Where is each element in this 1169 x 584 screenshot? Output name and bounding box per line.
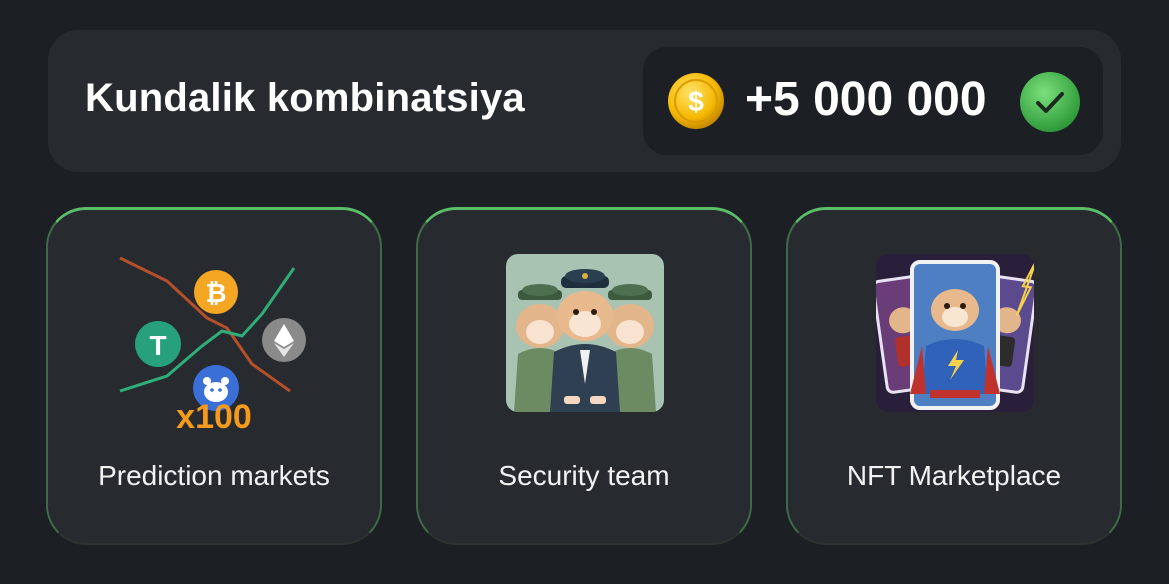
svg-text:₿: ₿ xyxy=(205,278,226,308)
reward-box: $ +5 000 000 xyxy=(643,47,1103,155)
card-prediction-markets[interactable]: ₿ T x100 Prediction markets xyxy=(46,207,382,545)
card-nft-marketplace[interactable]: NFT Marketplace xyxy=(786,207,1122,545)
hamster-security-image xyxy=(506,254,664,412)
card-label: Security team xyxy=(498,460,670,491)
daily-combo-bar[interactable]: Kundalik kombinatsiya $ +5 000 000 xyxy=(48,30,1121,172)
check-circle-icon xyxy=(1020,72,1080,132)
hamster-nft-cards-image xyxy=(876,254,1034,412)
dollar-coin-icon: $ xyxy=(668,73,724,129)
card-security-team[interactable]: Security team xyxy=(416,207,752,545)
svg-text:T: T xyxy=(149,330,166,361)
reward-amount: +5 000 000 xyxy=(745,73,987,126)
card-label: Prediction markets xyxy=(98,460,330,491)
svg-text:$: $ xyxy=(688,86,704,117)
x100-badge: x100 xyxy=(176,398,252,436)
card-label: NFT Marketplace xyxy=(846,460,1062,491)
daily-combo-title: Kundalik kombinatsiya xyxy=(85,76,525,120)
